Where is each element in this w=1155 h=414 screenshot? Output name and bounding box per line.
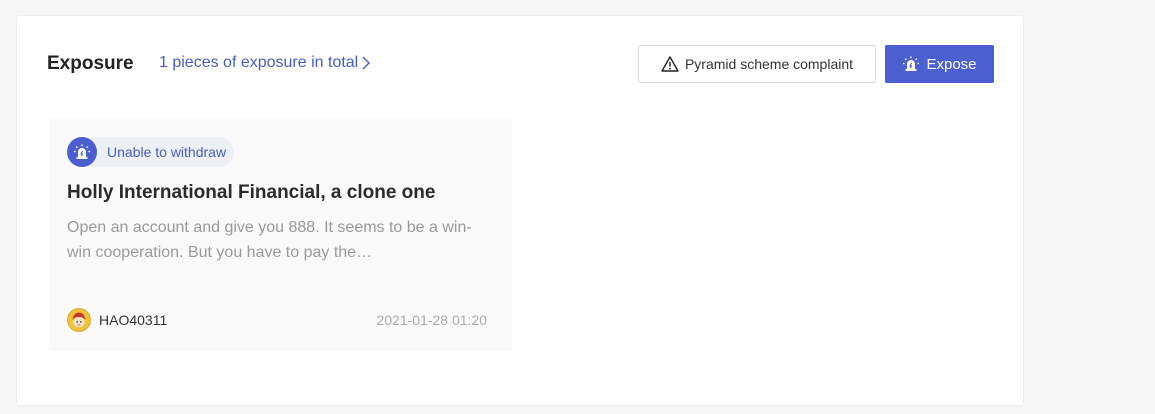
avatar xyxy=(67,308,91,332)
chevron-right-icon xyxy=(362,56,371,70)
author-name: HAO40311 xyxy=(99,312,168,328)
expose-label: Expose xyxy=(926,55,977,73)
siren-alarm-icon xyxy=(903,56,920,71)
exposure-panel: Exposure 1 pieces of exposure in total P… xyxy=(16,15,1024,406)
exposure-total-link[interactable]: 1 pieces of exposure in total xyxy=(159,54,371,72)
category-tag: Unable to withdraw xyxy=(67,137,235,167)
exposure-title: Holly International Financial, a clone o… xyxy=(67,182,436,203)
author-info: HAO40311 xyxy=(67,308,167,332)
warning-triangle-icon xyxy=(661,56,679,72)
exposure-card[interactable]: Unable to withdraw Holly International F… xyxy=(49,119,512,351)
siren-alarm-icon xyxy=(67,137,97,167)
exposure-date: 2021-01-28 01:20 xyxy=(376,312,487,328)
section-title: Exposure xyxy=(47,53,134,74)
pyramid-scheme-complaint-button[interactable]: Pyramid scheme complaint xyxy=(638,45,876,83)
exposure-description: Open an account and give you 888. It see… xyxy=(67,219,472,261)
complaint-label: Pyramid scheme complaint xyxy=(684,56,854,72)
exposure-total-text: 1 pieces of exposure in total xyxy=(159,54,359,71)
expose-button[interactable]: Expose xyxy=(885,45,994,83)
category-tag-label: Unable to withdraw xyxy=(107,144,227,160)
